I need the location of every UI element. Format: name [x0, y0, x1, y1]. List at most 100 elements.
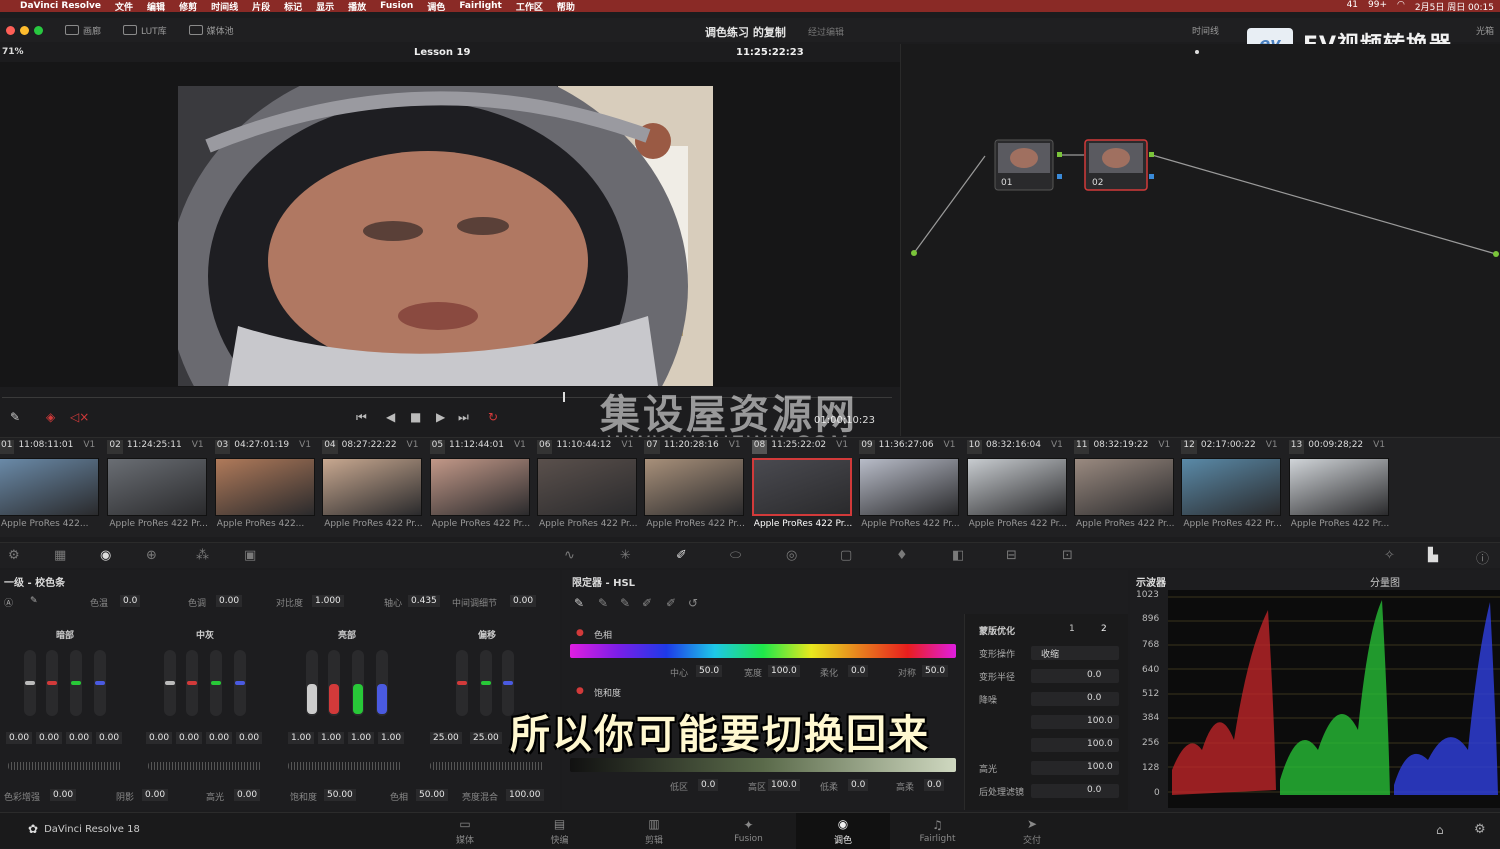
menu-playback[interactable]: 播放 [348, 0, 366, 13]
nav-page-6[interactable]: ♫ Fairlight [891, 813, 985, 849]
menu-fusion[interactable]: Fusion [380, 1, 413, 11]
color-match-icon[interactable]: ▦ [54, 548, 66, 563]
contrast-field[interactable]: 1.000 [312, 595, 344, 607]
3d-icon[interactable]: ⊡ [1062, 548, 1073, 563]
gain-b[interactable]: 1.00 [378, 732, 405, 744]
node-editor[interactable]: 01 02 [900, 44, 1500, 436]
first-frame-icon[interactable]: ⏮ [356, 410, 367, 425]
picker-minus-icon[interactable]: ✎ [598, 596, 608, 610]
hue-soft-field[interactable]: 0.0 [848, 665, 869, 677]
qualifier-reset-icon[interactable]: ↺ [688, 596, 698, 610]
lightbox-button[interactable]: 光箱 [1476, 24, 1494, 37]
viewer-clip-name[interactable]: Lesson 19 [414, 47, 470, 58]
matte-tab-2[interactable]: 2 [1101, 624, 1107, 634]
tracker-icon[interactable]: ◎ [786, 548, 797, 563]
menu-trim[interactable]: 修剪 [179, 0, 197, 13]
zoom-window-button[interactable] [34, 25, 43, 35]
tint-field[interactable]: 0.00 [216, 595, 243, 607]
scope-mode-select[interactable]: 分量图 [1370, 574, 1400, 589]
last-frame-icon[interactable]: ⏭ [458, 410, 469, 425]
menu-workspace[interactable]: 工作区 [516, 0, 543, 13]
nav-page-5[interactable]: ◉ 调色 [796, 813, 890, 849]
clip-image[interactable] [1288, 458, 1389, 516]
hue-center-field[interactable]: 50.0 [696, 665, 723, 677]
lift-r[interactable]: 0.00 [36, 732, 63, 744]
minimize-window-button[interactable] [20, 25, 29, 35]
feather-minus-icon[interactable]: ✐ [642, 596, 652, 610]
matte-tab-1[interactable]: 1 [1069, 624, 1075, 634]
clip-image[interactable] [859, 458, 960, 516]
clip-thumbnail[interactable]: 04 08:27:22:22 V1 Apple ProRes 422 Pr... [322, 438, 429, 538]
clip-image[interactable] [0, 458, 99, 516]
nav-page-1[interactable]: ▭ 媒体 [418, 813, 512, 849]
clip-image[interactable] [644, 458, 745, 516]
clip-thumbnail[interactable]: 03 04:27:01:19 V1 Apple ProRes 422... [214, 438, 322, 538]
wheel-channel-slider[interactable] [210, 650, 222, 716]
clip-image[interactable] [537, 458, 637, 516]
saturation-field[interactable]: 50.00 [324, 789, 356, 801]
slider-knob[interactable] [457, 681, 467, 685]
key-icon[interactable]: ◧ [952, 548, 964, 563]
feather-plus-icon[interactable]: ✐ [666, 596, 676, 610]
wheel-channel-slider[interactable] [24, 650, 36, 716]
camera-raw-icon[interactable]: ⚙ [8, 548, 20, 563]
clip-image[interactable] [214, 458, 315, 516]
slider-knob[interactable] [71, 681, 81, 685]
wheel-channel-slider[interactable] [480, 650, 492, 716]
wheel-channel-slider[interactable] [352, 650, 364, 716]
auto-balance-icon[interactable]: Ⓐ [4, 596, 13, 609]
clip-thumbnail[interactable]: 02 11:24:25:11 V1 Apple ProRes 422 Pr... [107, 438, 214, 538]
gain-master-ruler[interactable] [288, 762, 402, 770]
slider-knob[interactable] [503, 681, 513, 685]
lift-y[interactable]: 0.00 [6, 732, 33, 744]
slider-knob[interactable] [95, 681, 105, 685]
wheel-channel-slider[interactable] [328, 650, 340, 716]
clip-thumbnail[interactable]: 13 00:09:28;22 V1 Apple ProRes 422 Pr... [1288, 438, 1396, 538]
magic-mask-icon[interactable]: ▢ [840, 548, 852, 563]
nav-page-2[interactable]: ▤ 快编 [513, 813, 607, 849]
clip-thumbnail[interactable]: 08 11:25:22:02 V1 Apple ProRes 422 Pr... [751, 438, 859, 538]
lut-button[interactable]: LUT库 [123, 24, 167, 37]
menu-timeline[interactable]: 时间线 [211, 0, 238, 13]
menu-help[interactable]: 帮助 [557, 0, 575, 13]
slider-knob[interactable] [235, 681, 245, 685]
sizing-icon[interactable]: ⊟ [1006, 548, 1017, 563]
hue-width-field[interactable]: 100.0 [768, 665, 800, 677]
motion-effects-icon[interactable]: ⁂ [196, 548, 209, 563]
sat-highsoft-field[interactable]: 0.0 [924, 779, 945, 791]
menu-clip[interactable]: 片段 [252, 0, 270, 13]
slider-knob[interactable] [165, 681, 175, 685]
matte-row-field[interactable]: 0.0 [1031, 692, 1119, 706]
picker-plus-icon[interactable]: ✎ [620, 596, 630, 610]
wheel-channel-slider[interactable] [46, 650, 58, 716]
offset-b[interactable]: 25.00 [470, 732, 502, 744]
close-window-button[interactable] [6, 25, 15, 35]
color-warper-icon[interactable]: ✳ [620, 548, 631, 563]
step-back-icon[interactable]: ◀ [386, 410, 395, 424]
zoom-select[interactable]: 71% [2, 47, 24, 57]
offset-master-ruler[interactable] [430, 762, 544, 770]
wheel-channel-slider[interactable] [70, 650, 82, 716]
timeline-toggle[interactable]: 时间线 [1192, 24, 1219, 37]
shadows-field[interactable]: 0.00 [142, 789, 169, 801]
wheel-channel-slider[interactable] [456, 650, 468, 716]
clip-thumbnail[interactable]: 12 02:17:00:22 V1 Apple ProRes 422 Pr... [1181, 438, 1288, 538]
matte-row-field[interactable]: 100.0 [1031, 761, 1119, 775]
middetail-field[interactable]: 0.00 [510, 595, 537, 607]
gamma-g[interactable]: 0.00 [206, 732, 233, 744]
offset-a[interactable]: 25.00 [430, 732, 462, 744]
color-wheels-icon[interactable]: ◉ [100, 548, 111, 563]
qualifier-picker-icon[interactable]: ✎ [574, 596, 584, 610]
hue-toggle-icon[interactable]: ● [576, 628, 584, 638]
clip-thumbnail[interactable]: 01 11:08:11:01 V1 Apple ProRes 422... [0, 438, 106, 538]
sat-toggle-icon[interactable]: ● [576, 686, 584, 696]
clip-image[interactable] [751, 458, 852, 516]
gain-r[interactable]: 1.00 [318, 732, 345, 744]
menu-file[interactable]: 文件 [115, 0, 133, 13]
matte-row-field[interactable]: 100.0 [1031, 715, 1119, 729]
menu-fairlight[interactable]: Fairlight [459, 1, 502, 11]
wheel-channel-slider[interactable] [164, 650, 176, 716]
matte-row-field[interactable]: 0.0 [1031, 784, 1119, 798]
settings-gear-icon[interactable]: ⚙ [1474, 822, 1486, 837]
luma-mix-field[interactable]: 100.00 [506, 789, 544, 801]
